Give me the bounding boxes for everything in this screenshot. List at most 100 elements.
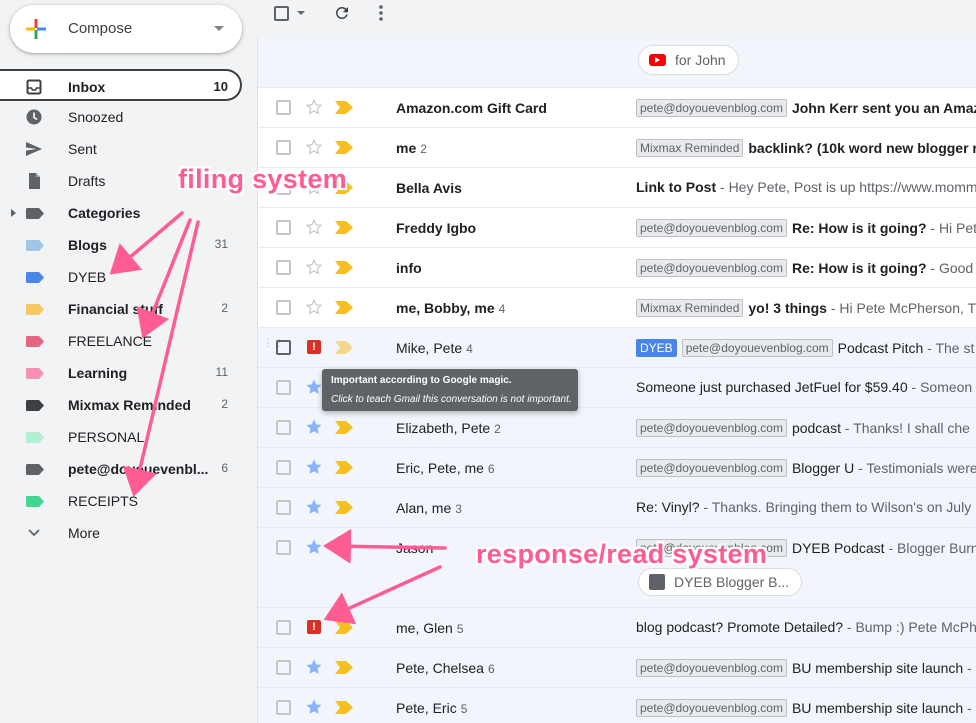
importance-marker-icon[interactable] xyxy=(335,341,353,354)
table-row[interactable]: Elizabeth, Pete 2 pete@doyouevenblog.com po… xyxy=(258,408,976,448)
importance-marker-icon[interactable] xyxy=(335,541,353,554)
star-icon[interactable] xyxy=(305,658,323,676)
importance-marker-icon[interactable] xyxy=(335,101,353,114)
thread-count: 2 xyxy=(494,422,501,436)
row-checkbox[interactable] xyxy=(276,620,291,635)
row-label-chip[interactable]: DYEB xyxy=(636,339,677,357)
row-content: pete@doyouevenblog.com Re: How is it goin… xyxy=(636,259,976,277)
row-subject: backlink? (10k word new blogger res xyxy=(748,140,976,156)
table-row[interactable]: Alan, me 3 Re: Vinyl? - Thanks. Bringing t… xyxy=(258,488,976,528)
row-label-chip[interactable]: pete@doyouevenblog.com xyxy=(636,659,787,677)
star-icon[interactable] xyxy=(305,698,323,716)
star-icon[interactable] xyxy=(305,458,323,476)
sidebar-item-categories[interactable]: Categories xyxy=(0,197,242,229)
sidebar-item-label: Inbox xyxy=(68,79,106,95)
star-icon[interactable] xyxy=(305,138,323,156)
star-icon[interactable] xyxy=(305,538,323,556)
select-dropdown-icon[interactable] xyxy=(297,11,305,15)
row-checkbox[interactable] xyxy=(276,140,291,155)
important-icon[interactable]: ! xyxy=(307,620,321,634)
sidebar-item-freelance[interactable]: FREELANCE xyxy=(0,325,242,357)
sidebar-item-pete-doyouevenbl[interactable]: pete@doyouevenbl... 6 xyxy=(0,453,242,485)
more-options-icon[interactable] xyxy=(378,4,384,22)
sidebar-item-snoozed[interactable]: Snoozed xyxy=(0,101,242,133)
sidebar-item-blogs[interactable]: Blogs 31 xyxy=(0,229,242,261)
row-checkbox[interactable] xyxy=(276,500,291,515)
select-all-checkbox[interactable] xyxy=(274,6,289,21)
row-label-chip[interactable]: pete@doyouevenblog.com xyxy=(636,419,787,437)
importance-marker-icon[interactable] xyxy=(335,421,353,434)
table-row[interactable]: Eric, Pete, me 6 pete@doyouevenblog.com Blo… xyxy=(258,448,976,488)
row-label-chip[interactable]: pete@doyouevenblog.com xyxy=(636,259,787,277)
importance-marker-icon[interactable] xyxy=(335,141,353,154)
row-label-chip[interactable]: Mixmax Reminded xyxy=(636,139,744,157)
sidebar-item-sent[interactable]: Sent xyxy=(0,133,242,165)
table-row[interactable]: Bella Avis Link to Post - Hey Pete, Post … xyxy=(258,168,976,208)
importance-marker-icon[interactable] xyxy=(335,221,353,234)
star-icon[interactable] xyxy=(305,98,323,116)
star-icon[interactable] xyxy=(305,218,323,236)
sidebar-item-receipts[interactable]: RECEIPTS xyxy=(0,485,242,517)
expand-arrow-icon[interactable] xyxy=(11,209,16,217)
youtube-icon xyxy=(649,54,666,66)
row-label-chip[interactable]: pete@doyouevenblog.com xyxy=(636,99,787,117)
important-icon[interactable]: ! xyxy=(307,340,321,354)
table-row[interactable]: Amazon.com Gift Card pete@doyouevenblog.c… xyxy=(258,88,976,128)
row-checkbox[interactable] xyxy=(276,300,291,315)
table-row[interactable]: info pete@doyouevenblog.com Re: How is it … xyxy=(258,248,976,288)
row-checkbox[interactable] xyxy=(276,100,291,115)
importance-tooltip: Important according to Google magic. Cli… xyxy=(322,369,578,411)
sidebar-item-dyeb[interactable]: DYEB xyxy=(0,261,242,293)
star-icon[interactable] xyxy=(305,418,323,436)
row-label-chip[interactable]: pete@doyouevenblog.com xyxy=(681,339,833,357)
row-label-chip[interactable]: pete@doyouevenblog.com xyxy=(636,459,787,477)
row-subject: DYEB Podcast xyxy=(791,540,885,556)
sidebar-item-more[interactable]: More xyxy=(0,517,242,549)
sidebar-item-financial-stuff[interactable]: Financial stuff 2 xyxy=(0,293,242,325)
row-checkbox[interactable] xyxy=(276,380,291,395)
sidebar-item-count: 31 xyxy=(214,237,228,251)
table-row[interactable]: me, Bobby, me 4 Mixmax Reminded yo! 3 things… xyxy=(258,288,976,328)
sidebar-item-inbox[interactable]: Inbox 10 xyxy=(0,69,242,101)
row-label-chip[interactable]: pete@doyouevenblog.com xyxy=(636,699,787,717)
importance-marker-icon[interactable] xyxy=(335,661,353,674)
table-row[interactable]: ⋮⋮! Mike, Pete 4 DYEB pete@doyouevenblog.com… xyxy=(258,328,976,368)
drag-handle-icon[interactable]: ⋮⋮ xyxy=(263,339,284,355)
table-row[interactable]: Pete, Eric 5 pete@doyouevenblog.com BU memb… xyxy=(258,688,976,723)
row-checkbox[interactable] xyxy=(276,460,291,475)
table-row[interactable]: Freddy Igbo pete@doyouevenblog.com Re: How… xyxy=(258,208,976,248)
importance-marker-icon[interactable] xyxy=(335,501,353,514)
sender-name: Bella Avis xyxy=(396,180,462,196)
row-label-chip[interactable]: Mixmax Reminded xyxy=(636,299,744,317)
row-checkbox[interactable] xyxy=(276,340,291,355)
row-checkbox[interactable] xyxy=(276,420,291,435)
table-row[interactable]: Pete, Chelsea 6 pete@doyouevenblog.com BU m… xyxy=(258,648,976,688)
row-checkbox[interactable] xyxy=(276,220,291,235)
sidebar-item-personal[interactable]: PERSONAL xyxy=(0,421,242,453)
row-label-chip[interactable]: pete@doyouevenblog.com xyxy=(636,219,787,237)
row-checkbox[interactable] xyxy=(276,540,291,555)
star-icon[interactable] xyxy=(305,298,323,316)
row-checkbox[interactable] xyxy=(276,700,291,715)
star-icon[interactable] xyxy=(305,258,323,276)
compose-caret-icon[interactable] xyxy=(214,26,224,31)
star-icon[interactable] xyxy=(305,498,323,516)
sidebar-item-mixmax-reminded[interactable]: Mixmax Reminded 2 xyxy=(0,389,242,421)
row-checkbox[interactable] xyxy=(276,660,291,675)
sidebar-item-label: DYEB xyxy=(68,269,107,285)
importance-marker-icon[interactable] xyxy=(335,461,353,474)
importance-marker-icon[interactable] xyxy=(335,621,353,634)
importance-marker-icon[interactable] xyxy=(335,701,353,714)
star-icon[interactable] xyxy=(305,378,323,396)
sidebar: Compose Inbox 10 Snoozed Sent Drafts Categori… xyxy=(0,0,257,723)
promo-chip[interactable]: for John xyxy=(638,45,739,75)
compose-button[interactable]: Compose xyxy=(10,5,242,53)
refresh-icon[interactable] xyxy=(333,4,351,22)
sidebar-item-learning[interactable]: Learning 11 xyxy=(0,357,242,389)
row-checkbox[interactable] xyxy=(276,260,291,275)
table-row[interactable]: me 2 Mixmax Reminded backlink? (10k word ne… xyxy=(258,128,976,168)
table-row[interactable]: ! me, Glen 5 blog podcast? Promote Detailed… xyxy=(258,608,976,648)
importance-marker-icon[interactable] xyxy=(335,301,353,314)
attachment-chip[interactable]: DYEB Blogger B... xyxy=(638,568,803,596)
importance-marker-icon[interactable] xyxy=(335,261,353,274)
